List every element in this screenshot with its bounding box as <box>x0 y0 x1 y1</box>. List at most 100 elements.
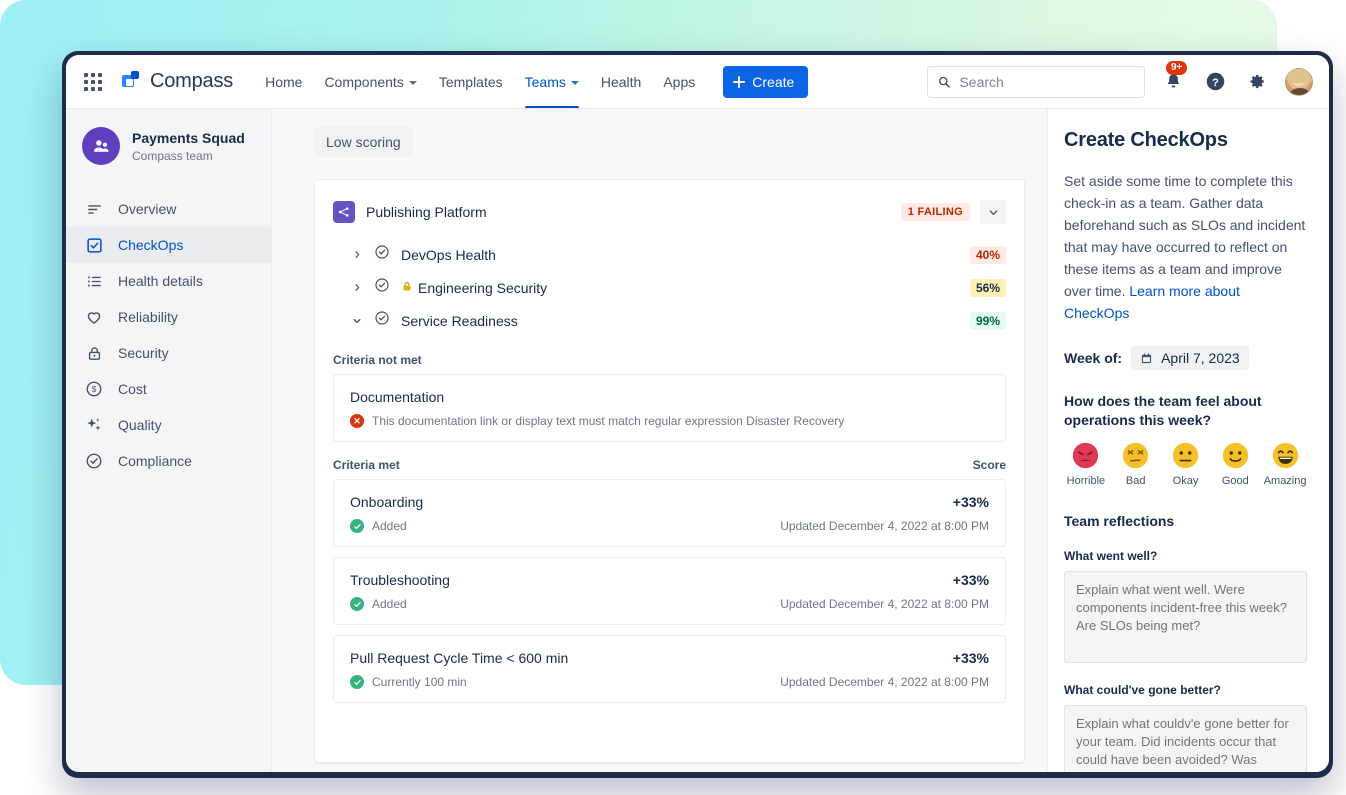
criterion-status: Currently 100 min <box>350 675 467 689</box>
criterion-updated: Updated December 4, 2022 at 8:00 PM <box>780 519 989 533</box>
notification-badge: 9+ <box>1166 61 1187 75</box>
mood-option-good[interactable]: Good <box>1213 442 1257 487</box>
mood-option-amazing[interactable]: Amazing <box>1263 442 1307 487</box>
scorecard-name-wrap: Engineering Security <box>401 280 547 296</box>
scorecard-row-service-readiness[interactable]: Service Readiness 99% <box>333 304 1006 337</box>
plus-icon <box>733 76 745 88</box>
chevron-right-icon <box>351 250 363 259</box>
sidebar-item-checkops[interactable]: CheckOps <box>66 227 271 263</box>
mood-label: Amazing <box>1264 475 1307 487</box>
create-checkops-panel: Create CheckOps Set aside some time to c… <box>1047 109 1329 772</box>
week-of-row: Week of: April 7, 2023 <box>1064 346 1307 370</box>
padlock-icon <box>401 280 413 296</box>
sidebar-item-reliability[interactable]: Reliability <box>66 299 271 335</box>
user-avatar[interactable] <box>1285 68 1313 96</box>
app-switcher-icon[interactable] <box>80 69 106 95</box>
svg-text:$: $ <box>92 385 97 394</box>
sidebar-item-quality[interactable]: Quality <box>66 407 271 443</box>
search-box[interactable] <box>927 66 1145 98</box>
success-check-icon <box>350 519 364 533</box>
criterion-updated: Updated December 4, 2022 at 8:00 PM <box>780 675 989 689</box>
mood-option-bad[interactable]: Bad <box>1114 442 1158 487</box>
criterion-status-text: Currently 100 min <box>372 675 467 689</box>
platform-name: Publishing Platform <box>366 204 487 220</box>
scorecard-row-engineering-security[interactable]: Engineering Security 56% <box>333 271 1006 304</box>
what-couldve-gone-better-input[interactable] <box>1064 705 1307 772</box>
nav-item-home[interactable]: Home <box>255 55 312 108</box>
platform-header-row: Publishing Platform 1 FAILING <box>333 196 1006 238</box>
create-button[interactable]: Create <box>723 66 808 98</box>
date-picker-button[interactable]: April 7, 2023 <box>1131 346 1249 370</box>
criterion-status: ✕ This documentation link or display tex… <box>350 414 844 428</box>
scorecard-row-devops-health[interactable]: DevOps Health 40% <box>333 238 1006 271</box>
criterion-title: Troubleshooting <box>350 572 450 588</box>
browser-window-frame: Compass Home Components Templates Teams … <box>62 51 1333 778</box>
mood-option-okay[interactable]: Okay <box>1164 442 1208 487</box>
people-icon <box>91 136 112 157</box>
criterion-title: Documentation <box>350 389 444 405</box>
notifications-button[interactable]: 9+ <box>1159 68 1187 96</box>
panel-description: Set aside some time to complete this che… <box>1064 170 1307 324</box>
sidebar-item-cost[interactable]: $ Cost <box>66 371 271 407</box>
sidebar-item-overview[interactable]: Overview <box>66 191 271 227</box>
team-subtitle: Compass team <box>132 149 245 163</box>
sidebar-item-security[interactable]: Security <box>66 335 271 371</box>
dollar-circle-icon: $ <box>84 379 104 399</box>
sidebar-item-compliance[interactable]: Compliance <box>66 443 271 479</box>
search-icon <box>938 75 950 89</box>
criteria-met-header: Criteria met Score <box>333 458 1006 472</box>
mood-option-horrible[interactable]: Horrible <box>1064 442 1108 487</box>
error-icon: ✕ <box>350 414 364 428</box>
help-button[interactable]: ? <box>1201 68 1229 96</box>
check-circle-icon <box>84 451 104 471</box>
what-went-well-input[interactable] <box>1064 571 1307 663</box>
scorecard-percent: 40% <box>970 246 1006 264</box>
mood-question: How does the team feel about operations … <box>1064 392 1307 430</box>
search-input[interactable] <box>959 74 1134 90</box>
criterion-card-troubleshooting: Troubleshooting +33% Added Updated Decem… <box>333 557 1006 625</box>
nav-item-health[interactable]: Health <box>591 55 651 108</box>
team-name: Payments Squad <box>132 130 245 147</box>
mood-selector: Horrible Bad <box>1064 442 1307 487</box>
bell-icon <box>1164 72 1183 91</box>
scorecard-name: Engineering Security <box>418 280 547 296</box>
chevron-down-icon <box>988 207 999 218</box>
chevron-down-icon <box>571 81 579 85</box>
chevron-down-icon <box>351 316 363 326</box>
team-header[interactable]: Payments Squad Compass team <box>66 127 271 165</box>
nav-label: Teams <box>525 74 566 90</box>
heart-icon <box>84 307 104 327</box>
nav-item-apps[interactable]: Apps <box>653 55 705 108</box>
nav-item-templates[interactable]: Templates <box>429 55 513 108</box>
nav-item-components[interactable]: Components <box>314 55 426 108</box>
app-body: Payments Squad Compass team Overview <box>66 109 1329 772</box>
primary-nav: Home Components Templates Teams Health A… <box>255 55 705 108</box>
nav-label: Health <box>601 74 641 90</box>
nav-label: Components <box>324 74 403 90</box>
criterion-card-pr-cycle-time: Pull Request Cycle Time < 600 min +33% C… <box>333 635 1006 703</box>
app-window: Compass Home Components Templates Teams … <box>66 55 1329 772</box>
criterion-status-text: Added <box>372 519 407 533</box>
checkbox-icon <box>84 235 104 255</box>
compass-logo[interactable]: Compass <box>122 70 233 93</box>
criterion-updated: Updated December 4, 2022 at 8:00 PM <box>780 597 989 611</box>
neutral-face-icon <box>1172 442 1199 469</box>
sidebar-item-health-details[interactable]: Health details <box>66 263 271 299</box>
panel-description-text: Set aside some time to complete this che… <box>1064 173 1305 299</box>
share-nodes-icon <box>337 205 351 219</box>
criterion-score: +33% <box>953 650 989 666</box>
filter-chip-low-scoring[interactable]: Low scoring <box>314 127 413 157</box>
nav-label: Home <box>265 74 302 90</box>
sidebar-item-label: Security <box>118 345 169 361</box>
success-check-icon <box>350 675 364 689</box>
nav-item-teams[interactable]: Teams <box>515 55 589 108</box>
criterion-title: Onboarding <box>350 494 423 510</box>
collapse-platform-button[interactable] <box>980 200 1006 224</box>
sidebar-item-label: Cost <box>118 381 147 397</box>
lock-icon <box>84 343 104 363</box>
settings-button[interactable] <box>1243 68 1271 96</box>
sidebar-item-label: Quality <box>118 417 162 433</box>
main-content: Low scoring Publishing Platform 1 FAILIN… <box>272 109 1047 772</box>
chevron-down-icon <box>409 81 417 85</box>
criterion-score: +33% <box>953 494 989 510</box>
